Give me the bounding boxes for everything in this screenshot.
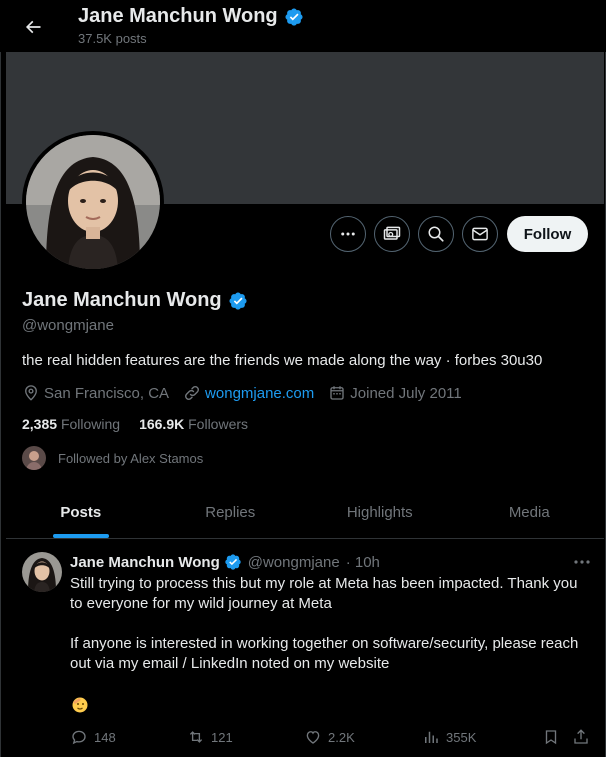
follow-stats: 2,385 Following 166.9K Followers [22, 416, 248, 432]
following-label: Following [60, 416, 121, 432]
header-title: Jane Manchun Wong [78, 5, 304, 28]
verified-badge-icon [285, 7, 303, 26]
post-body: Still trying to process this but my role… [70, 574, 590, 694]
verified-badge-icon[interactable] [228, 291, 248, 311]
subscribe-button[interactable] [374, 216, 410, 252]
following-count: 2,385 [22, 416, 58, 432]
post-actions: 148 121 2.2K 355K [70, 726, 590, 748]
post-paragraph-2: If anyone is interested in working toget… [70, 635, 579, 672]
money-icon [383, 226, 401, 240]
avatar-photo [26, 135, 160, 269]
bookmark-icon [545, 730, 557, 745]
location-text: San Francisco, CA [44, 384, 170, 402]
post-more-button[interactable] [572, 554, 592, 570]
repost-icon [189, 731, 203, 743]
location: San Francisco, CA [22, 384, 169, 402]
post-paragraph-1: Still trying to process this but my role… [70, 575, 578, 612]
views-count: 355K [446, 729, 477, 745]
profile-tabs: Posts Replies Highlights Media [6, 486, 604, 539]
followers-link[interactable]: 166.9K Followers [139, 416, 248, 432]
saluting-face-emoji-icon [70, 694, 90, 714]
profile-bio: the real hidden features are the friends… [22, 352, 543, 369]
post[interactable]: Jane Manchun Wong @wongmjane · 10h Still… [6, 540, 604, 757]
search-profile-button[interactable] [418, 216, 454, 252]
views-button[interactable]: 355K [422, 726, 476, 748]
tab-highlights[interactable]: Highlights [305, 486, 455, 538]
followed-by-text: Followed by Alex Stamos [58, 450, 204, 466]
reply-icon [72, 730, 86, 745]
post-header: Jane Manchun Wong @wongmjane · 10h [70, 553, 380, 571]
like-count: 2.2K [328, 729, 355, 745]
join-date: Joined July 2011 [328, 384, 462, 402]
search-icon [428, 226, 444, 242]
reply-button[interactable]: 148 [70, 726, 116, 748]
profile-meta: San Francisco, CA wongmjane.com Joined J… [22, 384, 476, 402]
share-button[interactable] [572, 726, 590, 748]
link-icon [185, 386, 200, 400]
repost-button[interactable]: 121 [187, 726, 233, 748]
more-icon [341, 232, 355, 236]
more-button[interactable] [330, 216, 366, 252]
tab-posts[interactable]: Posts [6, 486, 156, 538]
profile-name-text: Jane Manchun Wong [22, 289, 222, 311]
tab-replies[interactable]: Replies [156, 486, 306, 538]
repost-count: 121 [211, 729, 233, 745]
location-pin-icon [25, 385, 37, 401]
followed-by[interactable]: Followed by Alex Stamos [22, 446, 203, 470]
followers-label: Followers [188, 416, 249, 432]
follow-button[interactable]: Follow [507, 216, 588, 252]
joined-text: Joined July 2011 [350, 384, 462, 402]
following-link[interactable]: 2,385 Following [22, 416, 120, 432]
verified-badge-icon [225, 554, 241, 570]
follower-avatar [22, 446, 46, 470]
calendar-icon [330, 386, 344, 400]
views-chart-icon [425, 731, 438, 743]
profile-handle: @wongmjane [22, 317, 114, 334]
website-link[interactable]: wongmjane.com [205, 385, 314, 402]
profile-avatar[interactable] [22, 131, 164, 273]
arrow-left-icon [25, 20, 41, 34]
website[interactable]: wongmjane.com [183, 384, 314, 402]
mail-icon [472, 227, 488, 241]
share-icon [574, 729, 588, 744]
reply-count: 148 [94, 729, 116, 745]
post-avatar[interactable] [22, 552, 62, 592]
top-bar: Jane Manchun Wong 37.5K posts [0, 0, 606, 52]
header-name: Jane Manchun Wong [78, 5, 278, 27]
post-author[interactable]: Jane Manchun Wong [70, 554, 220, 571]
profile-name: Jane Manchun Wong [22, 289, 248, 312]
like-button[interactable]: 2.2K [304, 726, 355, 748]
tab-media[interactable]: Media [455, 486, 605, 538]
followers-count: 166.9K [139, 416, 185, 432]
posts-count: 37.5K posts [78, 31, 147, 46]
post-time[interactable]: · 10h [346, 554, 380, 571]
more-icon [574, 560, 590, 564]
bookmark-button[interactable] [542, 726, 560, 748]
message-button[interactable] [462, 216, 498, 252]
post-handle[interactable]: @wongmjane [248, 554, 340, 571]
back-button[interactable] [16, 10, 50, 44]
heart-icon [306, 731, 320, 744]
